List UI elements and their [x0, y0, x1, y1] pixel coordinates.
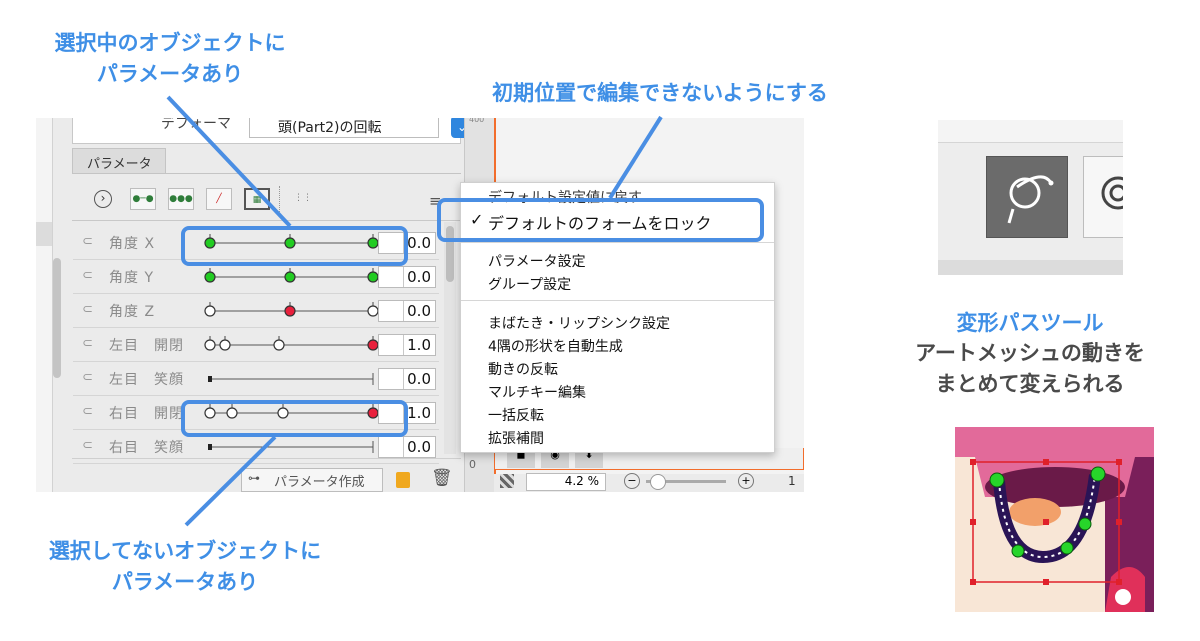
tool-crop-footer — [938, 260, 1123, 275]
deform-path-icon — [1007, 175, 1054, 224]
tool-crop-header — [938, 120, 1123, 143]
deform-path-tool-crop — [938, 120, 1123, 275]
callout-line-bottom-left — [184, 435, 277, 527]
callout-line-top-center — [608, 115, 663, 200]
callout-line-top-left — [166, 95, 292, 228]
next-tool-icon — [1101, 176, 1123, 210]
deformed-mesh-illustration — [955, 427, 1154, 612]
illustration-svg — [955, 427, 1154, 612]
deform-path-tool-button[interactable] — [986, 156, 1068, 238]
next-tool-button[interactable] — [1083, 156, 1123, 238]
